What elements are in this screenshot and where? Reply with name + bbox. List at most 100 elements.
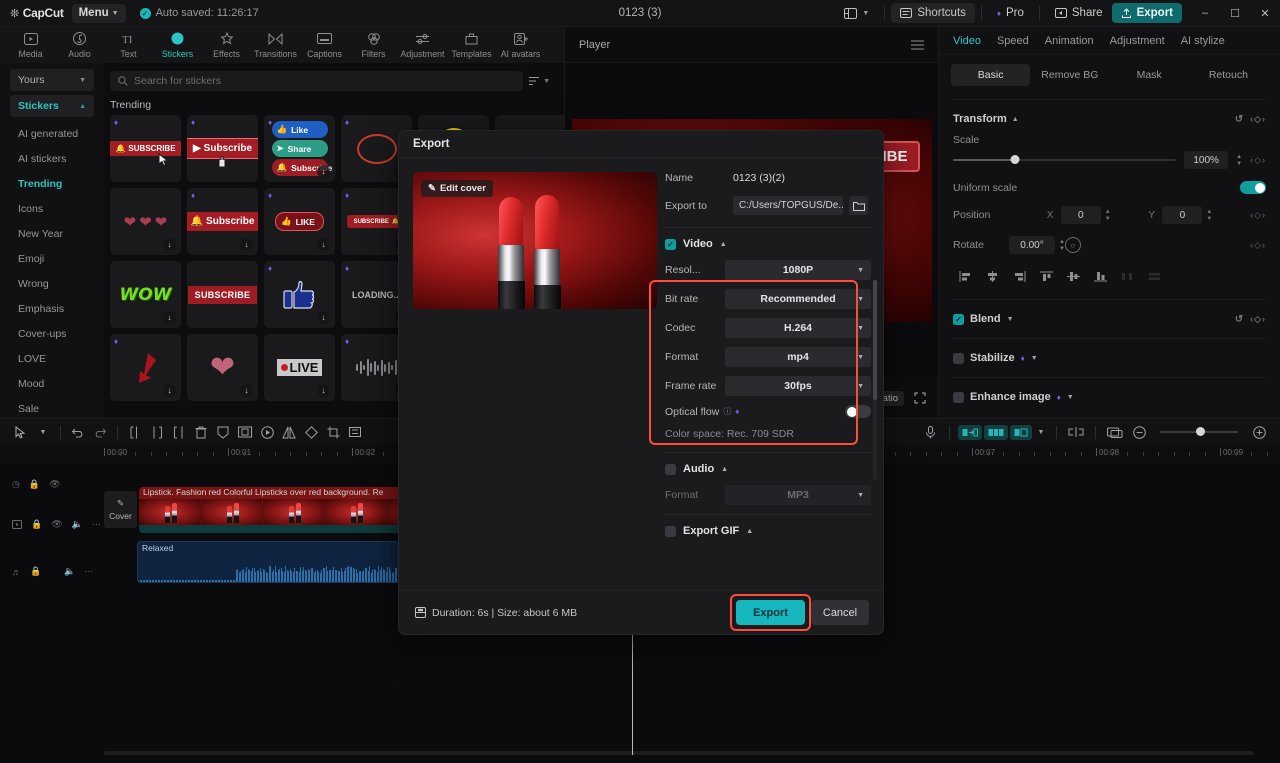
keyframe-icon[interactable]: ‹◇› xyxy=(1250,114,1266,125)
download-icon[interactable]: ↓ xyxy=(317,238,330,251)
chevron-up-icon[interactable]: ▲ xyxy=(1012,116,1019,123)
pro-button[interactable]: ♦ Pro xyxy=(988,3,1033,23)
scale-value[interactable]: 100% xyxy=(1184,151,1228,169)
sidebar-item-love[interactable]: LOVE xyxy=(0,346,104,371)
segment-remove-bg[interactable]: Remove BG xyxy=(1030,64,1109,86)
sidebar-item-wrong[interactable]: Wrong xyxy=(0,271,104,296)
menu-button[interactable]: Menu ▼ xyxy=(72,4,126,23)
audio-format-select[interactable]: MP3 ▼ xyxy=(725,485,871,505)
edit-cover-button[interactable]: ✎ Edit cover xyxy=(421,180,493,197)
chevron-up-icon[interactable]: ▲ xyxy=(720,241,727,248)
sticker-cell[interactable]: ♦ ↓ xyxy=(110,334,181,401)
layout-button[interactable]: ▼ xyxy=(835,3,878,23)
cover-preview[interactable]: ✎ Edit cover xyxy=(413,172,657,309)
rotate-icon[interactable] xyxy=(300,421,322,443)
download-icon[interactable]: ↓ xyxy=(163,384,176,397)
sticker-cell[interactable]: ❤ ↓ xyxy=(187,334,258,401)
scale-stepper[interactable]: ▲▼ xyxy=(1236,154,1242,167)
gif-checkbox[interactable] xyxy=(665,526,676,537)
position-x-stepper[interactable]: ▲▼ xyxy=(1105,209,1111,222)
position-y-input[interactable]: 0 xyxy=(1162,206,1202,224)
rotate-dial-icon[interactable]: ○ xyxy=(1065,237,1081,253)
align-right-icon[interactable] xyxy=(1007,266,1032,286)
keyframe-icon[interactable]: ‹◇› xyxy=(1250,210,1266,221)
chevron-down-icon[interactable]: ▼ xyxy=(1034,421,1048,443)
position-x-input[interactable]: 0 xyxy=(1061,206,1101,224)
mode-tab-effects[interactable]: Effects xyxy=(202,28,251,62)
format-select[interactable]: mp4 ▼ xyxy=(725,347,871,367)
sidebar-item-ai-generated[interactable]: AI generated xyxy=(0,121,104,146)
maximize-icon[interactable]: ☐ xyxy=(1220,0,1250,27)
more-icon[interactable]: ⋯ xyxy=(84,566,93,577)
mode-tab-transitions[interactable]: Transitions xyxy=(251,28,300,62)
sticker-cell[interactable]: ♦ 👍Like ➤Share 🔔Subscribe ↓ xyxy=(264,115,335,182)
tab-adjustment[interactable]: Adjustment xyxy=(1110,35,1165,47)
video-checkbox[interactable]: ✓ xyxy=(665,239,676,250)
eye-icon[interactable]: 👁 xyxy=(49,479,60,490)
mode-tab-audio[interactable]: Audio xyxy=(55,28,104,62)
auto-caption-icon[interactable] xyxy=(984,425,1008,440)
sticker-cell[interactable]: SUBSCRIBE xyxy=(187,261,258,328)
rotate-input[interactable]: 0.00° xyxy=(1009,236,1055,254)
download-icon[interactable]: ↓ xyxy=(317,165,330,178)
sort-filter-button[interactable]: ▼ xyxy=(529,76,556,86)
segment-retouch[interactable]: Retouch xyxy=(1189,64,1268,86)
zoom-out-icon[interactable] xyxy=(1128,421,1150,443)
align-left-icon[interactable] xyxy=(953,266,978,286)
lock-icon[interactable]: 🔒 xyxy=(29,479,40,490)
chevron-down-icon[interactable]: ▼ xyxy=(1007,316,1014,323)
search-input[interactable]: Search for stickers xyxy=(110,71,523,91)
reset-icon[interactable]: ↺ xyxy=(1235,114,1243,125)
export-confirm-button[interactable]: Export xyxy=(736,600,805,625)
zoom-slider-handle[interactable] xyxy=(1196,427,1205,436)
sidebar-item-new-year[interactable]: New Year xyxy=(0,221,104,246)
link-clip-icon[interactable] xyxy=(1065,421,1087,443)
settings-scrollbar-thumb[interactable] xyxy=(873,280,877,400)
mode-tab-captions[interactable]: Captions xyxy=(300,28,349,62)
chevron-down-icon[interactable]: ▼ xyxy=(1031,355,1038,362)
tab-video[interactable]: Video xyxy=(953,35,981,47)
flip-icon[interactable] xyxy=(278,421,300,443)
sticker-cell[interactable]: ♦ ▶ Subscribe xyxy=(187,115,258,182)
trim-left-icon[interactable] xyxy=(146,421,168,443)
name-value[interactable]: 0123 (3)(2) xyxy=(733,172,785,184)
sticker-cell[interactable]: WOW ↓ xyxy=(110,261,181,328)
sidebar-item-trending[interactable]: Trending xyxy=(0,171,104,196)
redo-icon[interactable] xyxy=(89,421,111,443)
chevron-up-icon[interactable]: ▲ xyxy=(746,528,753,535)
record-voice-icon[interactable] xyxy=(919,421,941,443)
uniform-scale-toggle[interactable] xyxy=(1240,181,1266,194)
minimize-icon[interactable]: – xyxy=(1190,0,1220,27)
align-center-v-icon[interactable] xyxy=(1061,266,1086,286)
mute-icon[interactable]: 🔈 xyxy=(64,566,75,577)
lock-icon[interactable]: 🔒 xyxy=(31,519,42,530)
framerate-select[interactable]: 30fps ▼ xyxy=(725,376,871,396)
keyframe-icon[interactable]: ‹◇› xyxy=(1250,155,1266,166)
fullscreen-icon[interactable] xyxy=(914,392,926,404)
split-icon[interactable] xyxy=(124,421,146,443)
cover-button[interactable]: ✎ Cover xyxy=(104,491,137,528)
sticker-cell[interactable]: LIVE ↓ xyxy=(264,334,335,401)
folder-icon[interactable] xyxy=(849,196,868,215)
tab-animation[interactable]: Animation xyxy=(1045,35,1094,47)
stabilize-checkbox[interactable] xyxy=(953,353,964,364)
scale-slider[interactable] xyxy=(953,159,1176,161)
tab-ai-stylize[interactable]: AI stylize xyxy=(1181,35,1225,47)
optical-flow-toggle[interactable] xyxy=(845,405,871,418)
share-button[interactable]: Share xyxy=(1046,3,1112,23)
stickers-dropdown[interactable]: Stickers ▲ xyxy=(10,95,94,117)
download-icon[interactable]: ↓ xyxy=(240,238,253,251)
more-icon[interactable] xyxy=(344,421,366,443)
sticker-cell[interactable]: ♦ ↓ xyxy=(264,261,335,328)
chevron-down-icon[interactable]: ▼ xyxy=(1067,394,1074,401)
mirror-icon[interactable] xyxy=(234,421,256,443)
zoom-slider[interactable] xyxy=(1160,431,1238,433)
export-button[interactable]: Export xyxy=(1112,3,1182,23)
sidebar-item-ai-stickers[interactable]: AI stickers xyxy=(0,146,104,171)
bitrate-select[interactable]: Recommended ▼ xyxy=(725,289,871,309)
reverse-icon[interactable] xyxy=(256,421,278,443)
cancel-button[interactable]: Cancel xyxy=(811,600,869,625)
enhance-image-checkbox[interactable] xyxy=(953,392,964,403)
split-clip-icon[interactable] xyxy=(1010,425,1032,440)
trim-right-icon[interactable] xyxy=(168,421,190,443)
